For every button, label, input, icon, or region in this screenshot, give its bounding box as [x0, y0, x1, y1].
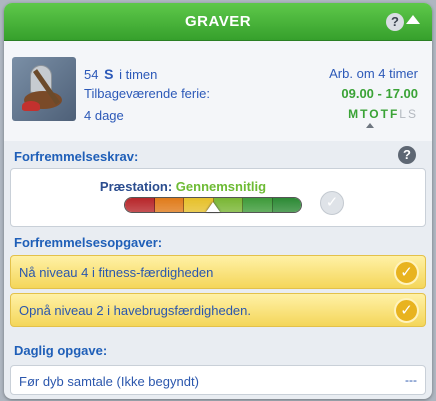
red-cap-shape — [22, 101, 40, 111]
performance-segment-0 — [125, 198, 155, 212]
performance-title: Præstation: — [99, 179, 173, 194]
career-header: GRAVER ? — [4, 3, 432, 41]
performance-value: Gennemsnitlig — [175, 179, 267, 194]
workday-2: O — [369, 107, 381, 121]
workday-4: F — [389, 107, 400, 121]
simoleon-icon: S — [104, 66, 114, 82]
workday-0: M — [348, 107, 361, 121]
pay-unit: i timen — [119, 67, 158, 82]
workday-5: L — [399, 107, 408, 121]
task-complete-check-icon: ✓ — [394, 260, 419, 285]
promotion-tasks-label: Forfremmelsesopgaver: — [14, 235, 163, 250]
daily-task-status: --- — [405, 373, 417, 387]
vacation-days: 4 dage — [84, 108, 124, 123]
pay-amount: 54 — [84, 67, 99, 82]
career-panel: GRAVER ? 54 S i timen Tilbageværende fer… — [4, 3, 432, 399]
daily-task-text: Før dyb samtale (Ikke begyndt) — [19, 374, 199, 389]
performance-segment-1 — [154, 198, 184, 212]
career-info: 54 S i timen Tilbageværende ferie: 4 dag… — [4, 41, 432, 141]
daily-task-label: Daglig opgave: — [14, 343, 108, 358]
today-marker-icon — [366, 123, 374, 128]
vacation-label: Tilbageværende ferie: — [84, 86, 210, 101]
performance-segment-5 — [272, 198, 301, 212]
performance-segment-4 — [243, 198, 273, 212]
promotion-task-fitness[interactable]: Nå niveau 4 i fitness-færdigheden ✓ — [10, 255, 426, 289]
gravedigger-career-icon — [12, 57, 76, 121]
promotion-task-gardening[interactable]: Opnå niveau 2 i havebrugsfærdigheden. ✓ — [10, 293, 426, 327]
promotion-help-icon[interactable]: ? — [398, 146, 416, 164]
task-text: Nå niveau 4 i fitness-færdigheden — [19, 265, 214, 280]
career-title: GRAVER — [184, 13, 252, 30]
performance-pointer-icon — [206, 202, 220, 212]
work-hours: 09.00 - 17.00 — [341, 86, 418, 101]
header-help-icon[interactable]: ? — [386, 13, 404, 31]
hourly-pay: 54 S i timen — [84, 66, 157, 82]
promotion-requirements-label: Forfremmelseskrav: — [14, 149, 139, 164]
performance-box: Præstation: Gennemsnitlig ✓ — [10, 168, 426, 227]
performance-check-icon: ✓ — [320, 191, 344, 215]
daily-task-row[interactable]: Før dyb samtale (Ikke begyndt) --- — [10, 365, 426, 395]
workday-1: T — [360, 107, 370, 121]
workday-6: S — [407, 107, 418, 121]
task-complete-check-icon: ✓ — [394, 298, 419, 323]
task-text: Opnå niveau 2 i havebrugsfærdigheden. — [19, 303, 251, 318]
workday-3: T — [380, 107, 390, 121]
performance-label: Præstation: Gennemsnitlig — [11, 179, 355, 194]
work-days: MTOTFLS — [348, 107, 418, 121]
collapse-arrow-icon[interactable] — [406, 15, 420, 24]
work-countdown: Arb. om 4 timer — [329, 66, 418, 81]
